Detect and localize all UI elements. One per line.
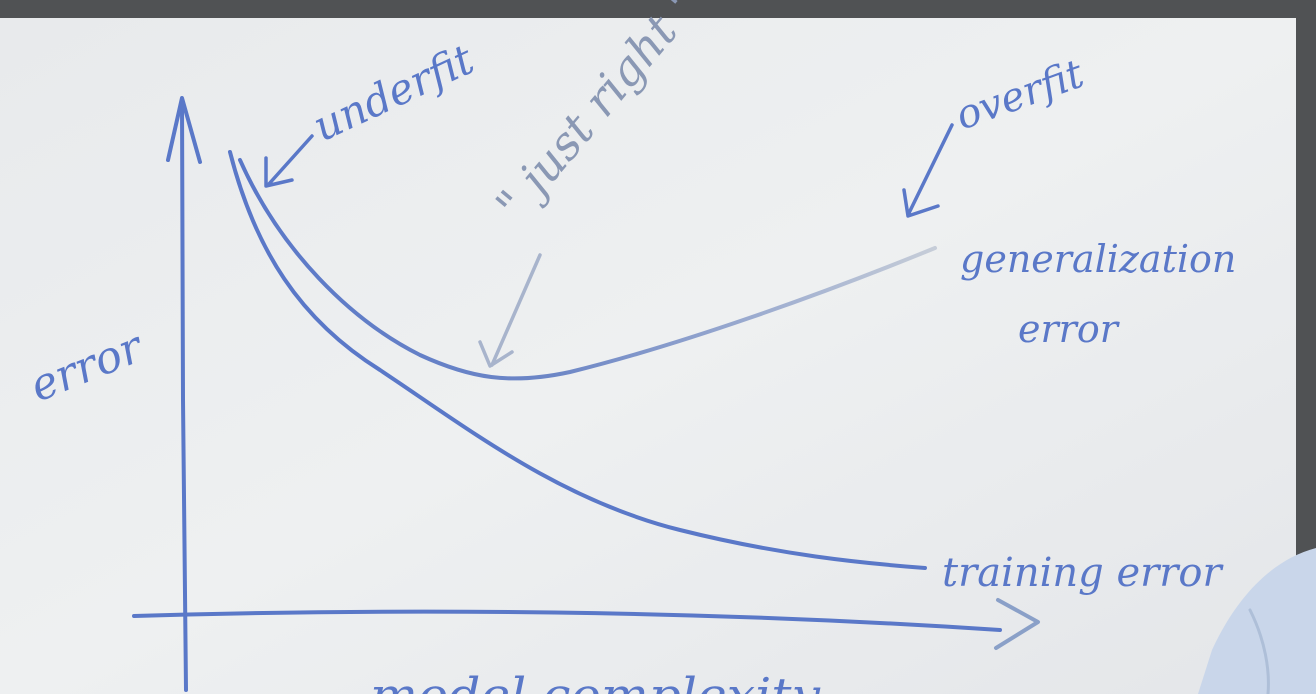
whiteboard-scene: error underfit " just right " overfit ge… xyxy=(0,0,1316,694)
x-axis-label: model complexity xyxy=(370,668,821,694)
training-error-label: training error xyxy=(942,550,1224,596)
generalization-error-label-line2: error xyxy=(1018,307,1121,351)
generalization-error-label-line1: generalization xyxy=(960,237,1236,281)
